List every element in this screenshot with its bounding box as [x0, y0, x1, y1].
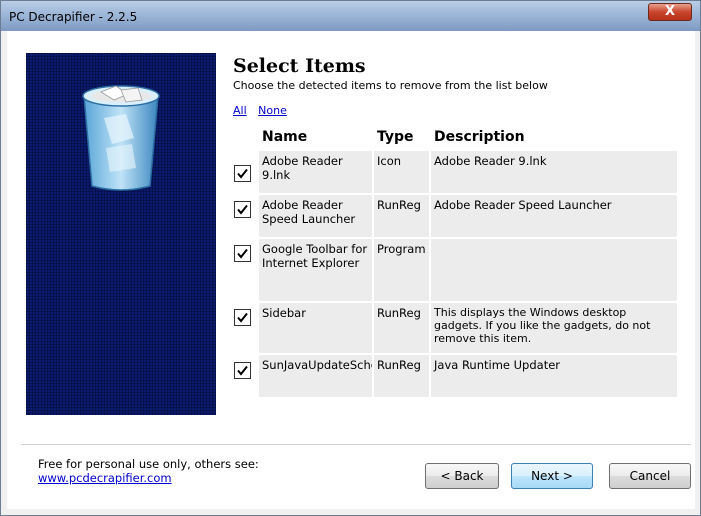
select-none-link[interactable]: None [258, 104, 287, 117]
table-row: Sidebar RunReg This displays the Windows… [231, 303, 677, 353]
row-checkbox[interactable] [234, 309, 251, 326]
window-title: PC Decrapifier - 2.2.5 [9, 10, 138, 24]
column-header-name[interactable]: Name [262, 129, 307, 151]
checkmark-icon [237, 168, 248, 179]
recycle-bin-icon [82, 85, 160, 191]
checkmark-icon [237, 365, 248, 376]
row-name: Sidebar [259, 303, 372, 353]
row-name: Adobe Reader Speed Launcher [259, 195, 372, 237]
row-checkbox[interactable] [234, 245, 251, 262]
row-description: Adobe Reader Speed Launcher [431, 195, 677, 237]
row-type: RunReg [374, 303, 429, 353]
column-header-type[interactable]: Type [377, 129, 414, 151]
row-checkbox[interactable] [234, 362, 251, 379]
row-checkbox[interactable] [234, 165, 251, 182]
table-row: SunJavaUpdateSched RunReg Java Runtime U… [231, 355, 677, 397]
table-row: Adobe Reader Speed Launcher RunReg Adobe… [231, 195, 677, 237]
checkmark-icon [237, 248, 248, 259]
back-button[interactable]: < Back [425, 463, 499, 489]
close-icon: X [664, 4, 676, 19]
row-description: Java Runtime Updater [431, 355, 677, 397]
checkmark-icon [237, 312, 248, 323]
select-all-link[interactable]: All [233, 104, 247, 117]
license-text: Free for personal use only, others see: [38, 457, 259, 471]
column-header-description[interactable]: Description [434, 129, 525, 151]
row-description: Adobe Reader 9.lnk [431, 151, 677, 193]
close-button[interactable]: X [648, 3, 692, 21]
row-type: RunReg [374, 195, 429, 237]
footer-divider [21, 444, 691, 445]
row-type: Program [374, 239, 429, 301]
next-button[interactable]: Next > [511, 463, 593, 489]
row-checkbox[interactable] [234, 201, 251, 218]
website-link[interactable]: www.pcdecrapifier.com [38, 471, 172, 485]
page-subtitle: Choose the detected items to remove from… [233, 79, 548, 92]
table-row: Adobe Reader 9.lnk Icon Adobe Reader 9.l… [231, 151, 677, 193]
row-name: SunJavaUpdateSched [259, 355, 372, 397]
table-row: Google Toolbar for Internet Explorer Pro… [231, 239, 677, 301]
app-window: PC Decrapifier - 2.2.5 X Select Items Ch… [0, 0, 701, 516]
row-name: Adobe Reader 9.lnk [259, 151, 372, 193]
cancel-button[interactable]: Cancel [609, 463, 691, 489]
sidebar-banner [26, 53, 216, 415]
row-type: Icon [374, 151, 429, 193]
title-bar: PC Decrapifier - 2.2.5 X [1, 1, 700, 31]
row-description: This displays the Windows desktop gadget… [431, 303, 677, 353]
checkmark-icon [237, 204, 248, 215]
row-type: RunReg [374, 355, 429, 397]
row-description [431, 239, 677, 301]
page-title: Select Items [233, 55, 366, 77]
row-name: Google Toolbar for Internet Explorer [259, 239, 372, 301]
selection-links: All None [233, 104, 295, 117]
